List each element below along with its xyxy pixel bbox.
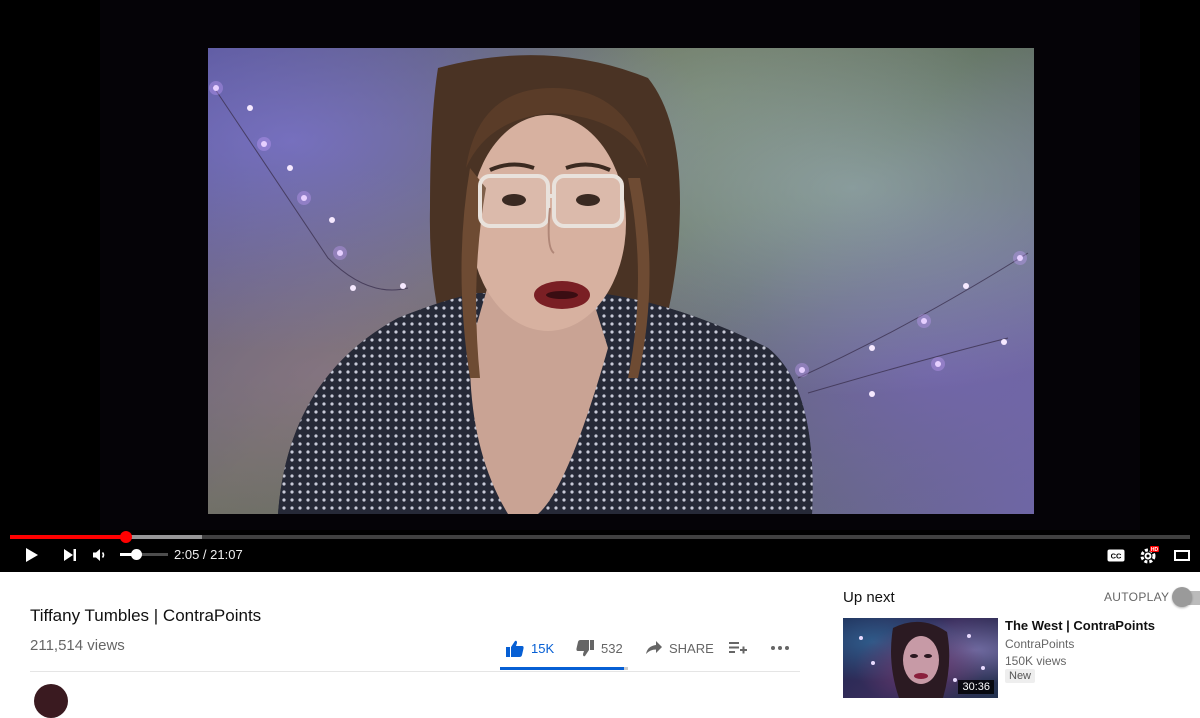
video-player[interactable]: 2:05 / 21:07 CC HD — [0, 0, 1200, 572]
next-video-channel[interactable]: ContraPoints — [1005, 637, 1074, 651]
theater-mode-button[interactable] — [1171, 545, 1193, 565]
volume-slider[interactable] — [120, 549, 168, 560]
video-frame[interactable] — [208, 48, 1034, 514]
time-display: 2:05 / 21:07 — [174, 547, 243, 562]
play-button[interactable] — [22, 545, 42, 565]
mute-button[interactable] — [90, 545, 110, 565]
channel-avatar[interactable] — [34, 684, 68, 718]
view-count: 211,514 views — [30, 637, 125, 654]
autoplay-label: AUTOPLAY — [1104, 590, 1170, 604]
theater-icon — [1174, 549, 1190, 561]
share-label: SHARE — [669, 640, 714, 656]
progress-bar[interactable] — [10, 531, 1190, 543]
up-next-heading: Up next — [843, 589, 895, 606]
add-to-playlist-button[interactable] — [729, 636, 747, 660]
play-icon — [26, 548, 38, 562]
more-actions-button[interactable] — [771, 636, 789, 660]
settings-icon: HD — [1140, 546, 1159, 564]
thumbnail-duration: 30:36 — [958, 680, 994, 694]
volume-icon — [93, 549, 105, 561]
progress-played — [10, 535, 127, 539]
like-ratio-fill — [500, 667, 624, 670]
share-icon — [646, 641, 662, 654]
presenter — [278, 55, 813, 514]
dislike-count: 532 — [601, 640, 623, 656]
more-horizontal-icon — [771, 646, 789, 650]
playlist-add-icon — [729, 642, 747, 654]
like-button[interactable]: 15K — [506, 636, 554, 660]
share-button[interactable]: SHARE — [646, 636, 714, 660]
captions-icon: CC — [1107, 549, 1125, 561]
sentiment-bar — [500, 667, 628, 670]
divider — [30, 671, 800, 672]
next-video-thumbnail[interactable]: 30:36 — [843, 618, 998, 698]
settings-button[interactable]: HD — [1138, 545, 1160, 565]
svg-text:CC: CC — [1111, 551, 1122, 560]
video-title: Tiffany Tumbles | ContraPoints — [30, 606, 262, 625]
like-count: 15K — [531, 640, 555, 656]
thumbs-down-icon — [576, 639, 594, 656]
next-video-title[interactable]: The West | ContraPoints — [1005, 618, 1155, 633]
new-badge: New — [1005, 669, 1036, 683]
captions-button[interactable]: CC — [1105, 545, 1127, 565]
next-video-views: 150K views — [1005, 654, 1067, 668]
next-button[interactable] — [60, 545, 80, 565]
autoplay-toggle-knob[interactable] — [1172, 587, 1192, 607]
next-icon — [64, 549, 76, 561]
thumbs-up-icon — [506, 640, 524, 657]
dislike-button[interactable]: 532 — [576, 636, 623, 660]
volume-knob[interactable] — [130, 549, 142, 560]
progress-scrubber[interactable] — [120, 531, 133, 543]
hd-badge: HD — [1151, 547, 1159, 553]
